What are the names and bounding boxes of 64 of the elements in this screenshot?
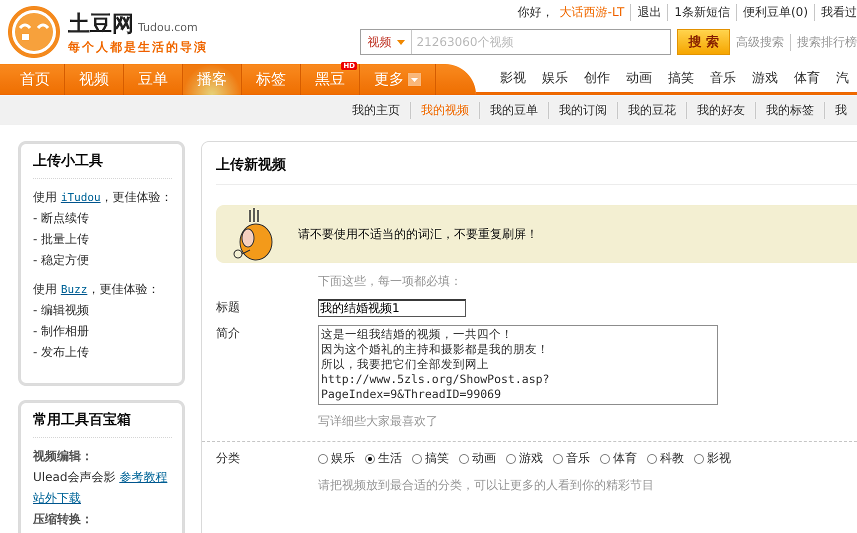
site-domain: Tudou.com [138, 20, 198, 34]
section-heading: 视频编辑： [33, 448, 94, 465]
user-link[interactable]: 1条新短信 [667, 4, 730, 21]
title-label: 标题 [216, 299, 241, 316]
channel-link[interactable]: 汽 [828, 69, 857, 87]
card-title: 上传小工具 [33, 152, 172, 179]
tool-link[interactable]: Buzz [60, 283, 88, 296]
site-slogan: 每个人都是生活的导演 [68, 38, 208, 56]
caret-icon [397, 40, 406, 44]
category-hint: 请把视频放到最合适的分类，可以让更多的人看到你的精彩节目 [317, 477, 655, 494]
feature-item: - 批量上传 [33, 231, 90, 248]
category-radio[interactable]: 搞笑 [412, 450, 449, 467]
channel-link[interactable]: 音乐 [702, 69, 744, 87]
feature-item: - 发布上传 [33, 344, 90, 361]
tool-intro-text: 使用 iTudou，更佳体验： [33, 189, 172, 206]
channel-link[interactable]: 娱乐 [534, 69, 576, 87]
card-title: 常用工具百宝箱 [33, 411, 172, 438]
description-label: 简介 [216, 325, 241, 342]
panel-title: 上传新视频 [216, 150, 857, 185]
tool-name: Ulead会声会影 [33, 470, 116, 484]
category-radio[interactable]: 生活 [365, 450, 402, 467]
category-radio[interactable]: 影视 [694, 450, 731, 467]
category-radio[interactable]: 动画 [459, 450, 496, 467]
site-name: 土豆网 [68, 10, 134, 38]
title-input[interactable]: 我的结婚视频1 [318, 299, 466, 317]
category-radio[interactable]: 体育 [600, 450, 637, 467]
download-link[interactable]: 站外下载 [33, 491, 81, 505]
channel-link[interactable]: 创作 [576, 69, 618, 87]
user-link[interactable]: 我看过 [814, 4, 857, 21]
search-field[interactable]: 视频 21263060个视频 [360, 29, 672, 55]
description-textarea[interactable]: 这是一组我结婚的视频，一共四个！ 因为这个婚礼的主持和摄影都是我的朋友！ 所以，我要把它们全部发到网上 http://www.5zls.org/ShowPost.asp? PageIndex=9&ThreadID=99069 [318, 325, 718, 405]
tool-link[interactable]: iTudou [60, 191, 101, 204]
user-link[interactable]: 退出 [630, 4, 662, 21]
category-radio[interactable]: 娱乐 [318, 450, 355, 467]
sub-nav-link[interactable]: 我的主页 [342, 102, 410, 118]
required-hint: 下面这些，每一项都必填： [317, 273, 463, 290]
category-radio[interactable]: 音乐 [553, 450, 590, 467]
channel-link[interactable]: 体育 [786, 69, 828, 87]
smiley-logo-icon [8, 6, 60, 58]
channel-link[interactable]: 搞笑 [660, 69, 702, 87]
greeting-text: 你好， [518, 4, 554, 21]
channel-link[interactable]: 动画 [618, 69, 660, 87]
notice-text: 请不要使用不适当的的词汇，不要重复刷屏！ [298, 226, 538, 242]
feature-item: - 制作相册 [33, 323, 90, 340]
category-label: 分类 [216, 450, 241, 467]
feature-item: - 编辑视频 [33, 302, 90, 319]
channel-link[interactable]: 游戏 [744, 69, 786, 87]
description-hint: 写详细些大家最喜欢了 [317, 413, 439, 430]
feature-item: - 稳定方便 [33, 252, 90, 269]
search-button[interactable]: 搜 索 [677, 29, 730, 55]
user-link[interactable]: 便利豆单(0) [736, 4, 808, 21]
feature-item: - 断点续传 [33, 210, 90, 227]
sub-nav-link[interactable]: 我的豆单 [479, 102, 548, 118]
sub-nav-link[interactable]: 我的标签 [755, 102, 824, 118]
category-radio[interactable]: 科教 [647, 450, 684, 467]
section-heading: 压缩转换： [33, 511, 94, 528]
tool-intro-text: 使用 Buzz，更佳体验： [33, 281, 160, 298]
sub-nav-link[interactable]: 我的订阅 [548, 102, 617, 118]
sub-nav-link[interactable]: 我的豆花 [617, 102, 686, 118]
tutorial-link[interactable]: 参考教程 [119, 470, 168, 484]
sub-nav-link[interactable]: 我的好友 [686, 102, 755, 118]
channel-link[interactable]: 影视 [492, 69, 534, 87]
category-radio[interactable]: 游戏 [506, 450, 543, 467]
sub-nav-link[interactable]: 我 [824, 102, 857, 118]
